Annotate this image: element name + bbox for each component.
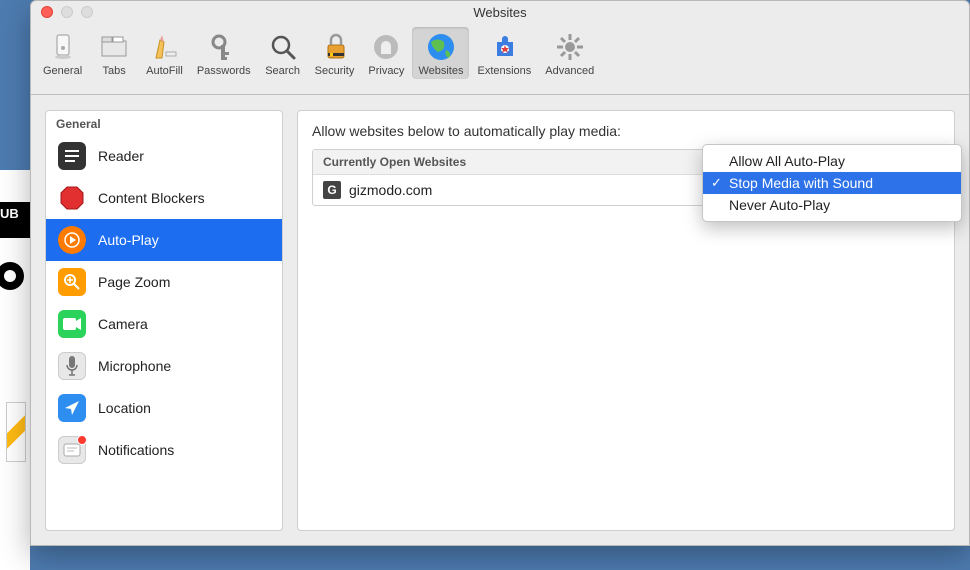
content-area: General Reader Content Blockers Auto-Pla… (31, 96, 969, 545)
sidebar-label: Page Zoom (98, 274, 170, 290)
toolbar-security[interactable]: Security (309, 27, 361, 79)
toolbar: General Tabs AutoFill Passwords Search S… (31, 23, 969, 95)
toolbar-websites[interactable]: Websites (412, 27, 469, 79)
extensions-icon (488, 31, 520, 63)
toolbar-label: Advanced (545, 65, 594, 77)
sidebar-label: Notifications (98, 442, 174, 458)
sidebar-item-camera[interactable]: Camera (46, 303, 282, 345)
toolbar-label: Passwords (197, 65, 251, 77)
window-title: Websites (473, 5, 526, 20)
toolbar-extensions[interactable]: Extensions (471, 27, 537, 79)
sidebar: General Reader Content Blockers Auto-Pla… (45, 110, 283, 531)
play-icon (58, 226, 86, 254)
site-favicon: G (323, 181, 341, 199)
zoom-button[interactable] (81, 6, 93, 18)
toolbar-label: Extensions (477, 65, 531, 77)
sidebar-item-location[interactable]: Location (46, 387, 282, 429)
advanced-icon (554, 31, 586, 63)
toolbar-general[interactable]: General (37, 27, 88, 79)
toolbar-label: Privacy (368, 65, 404, 77)
autofill-icon (148, 31, 180, 63)
toolbar-label: AutoFill (146, 65, 183, 77)
toolbar-tabs[interactable]: Tabs (90, 27, 138, 79)
toolbar-label: Security (315, 65, 355, 77)
autoplay-dropdown[interactable]: Allow All Auto-Play ✓ Stop Media with So… (702, 144, 962, 222)
websites-icon (425, 31, 457, 63)
sidebar-item-microphone[interactable]: Microphone (46, 345, 282, 387)
background-text: UB (0, 206, 19, 221)
sidebar-item-reader[interactable]: Reader (46, 135, 282, 177)
passwords-icon (208, 31, 240, 63)
badge-dot-icon (77, 435, 87, 445)
toolbar-label: Tabs (103, 65, 126, 77)
dropdown-option-never[interactable]: Never Auto-Play (703, 194, 961, 216)
toolbar-autofill[interactable]: AutoFill (140, 27, 189, 79)
sidebar-label: Auto-Play (98, 232, 159, 248)
dropdown-label: Stop Media with Sound (729, 175, 873, 191)
toolbar-passwords[interactable]: Passwords (191, 27, 257, 79)
check-icon: ✓ (711, 175, 722, 191)
preferences-window: Websites General Tabs AutoFill Passwords… (30, 0, 970, 546)
location-icon (58, 394, 86, 422)
dropdown-option-allow-all[interactable]: Allow All Auto-Play (703, 150, 961, 172)
dropdown-option-stop-sound[interactable]: ✓ Stop Media with Sound (703, 172, 961, 194)
toolbar-privacy[interactable]: Privacy (362, 27, 410, 79)
general-icon (47, 31, 79, 63)
main-panel: Allow websites below to automatically pl… (297, 110, 955, 531)
toolbar-advanced[interactable]: Advanced (539, 27, 600, 79)
microphone-icon (58, 352, 86, 380)
minimize-button[interactable] (61, 6, 73, 18)
dropdown-label: Never Auto-Play (729, 197, 830, 213)
stop-icon (58, 184, 86, 212)
dropdown-label: Allow All Auto-Play (729, 153, 845, 169)
sidebar-label: Microphone (98, 358, 171, 374)
toolbar-search[interactable]: Search (259, 27, 307, 79)
site-domain: gizmodo.com (349, 182, 432, 198)
toolbar-label: General (43, 65, 82, 77)
sidebar-label: Camera (98, 316, 148, 332)
reader-icon (58, 142, 86, 170)
notifications-icon (58, 436, 86, 464)
sidebar-label: Reader (98, 148, 144, 164)
sidebar-item-content-blockers[interactable]: Content Blockers (46, 177, 282, 219)
camera-icon (58, 310, 86, 338)
sidebar-item-page-zoom[interactable]: Page Zoom (46, 261, 282, 303)
sidebar-section-header: General (46, 111, 282, 135)
sidebar-label: Content Blockers (98, 190, 205, 206)
titlebar: Websites (31, 1, 969, 23)
sidebar-item-auto-play[interactable]: Auto-Play (46, 219, 282, 261)
close-button[interactable] (41, 6, 53, 18)
tabs-icon (98, 31, 130, 63)
zoom-icon (58, 268, 86, 296)
traffic-lights (41, 6, 93, 18)
privacy-icon (370, 31, 402, 63)
sidebar-label: Location (98, 400, 151, 416)
toolbar-label: Websites (418, 65, 463, 77)
sidebar-item-notifications[interactable]: Notifications (46, 429, 282, 471)
search-icon (267, 31, 299, 63)
toolbar-label: Search (265, 65, 300, 77)
security-icon (319, 31, 351, 63)
background-shape (6, 402, 26, 462)
